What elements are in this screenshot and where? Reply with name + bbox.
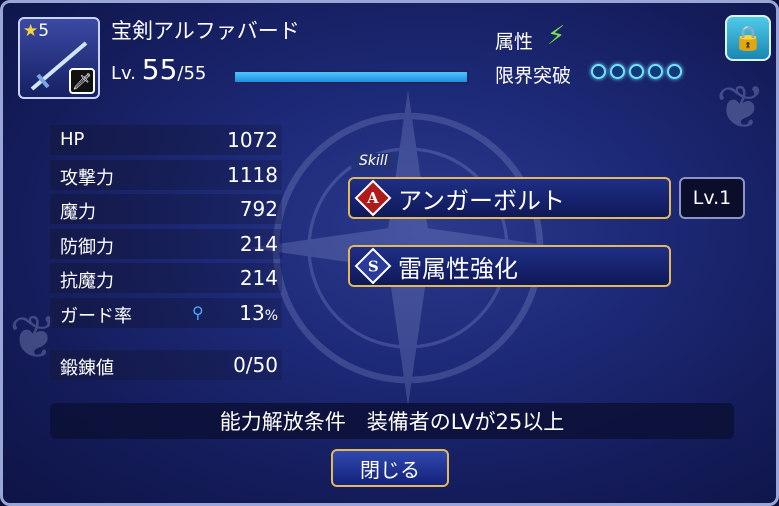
stat-name: 防御力 bbox=[60, 236, 114, 258]
skill-type-icon: S bbox=[354, 247, 392, 285]
forge-value: 0/50 bbox=[233, 353, 278, 377]
limit-break-label: 限界突破 bbox=[495, 65, 572, 87]
stat-value-number: 1072 bbox=[227, 128, 278, 152]
stat-value: 214 bbox=[240, 232, 278, 256]
skill-name: アンガーボルト bbox=[398, 186, 566, 215]
stats-list: HP 1072 攻撃力 1118 魔力 792 防御力 214 抗魔力 214 ガード率 ⚲ 13% bbox=[50, 125, 282, 333]
skill-name: 雷属性強化 bbox=[398, 254, 518, 283]
stat-value-number: 214 bbox=[239, 266, 278, 291]
xp-fill bbox=[235, 72, 467, 82]
skill-button[interactable]: S 雷属性強化 bbox=[348, 245, 671, 287]
stat-row: HP 1072 bbox=[50, 125, 282, 155]
attribute-label: 属性 bbox=[495, 31, 534, 53]
stat-value-number: 214 bbox=[239, 231, 278, 256]
lock-button[interactable]: 🔒 bbox=[725, 15, 771, 61]
weapon-type-sword-icon: 🗡 bbox=[69, 68, 95, 94]
stat-row: ガード率 ⚲ 13% bbox=[50, 297, 282, 328]
stat-name: 抗魔力 bbox=[60, 271, 114, 293]
stat-value: 1118 bbox=[227, 163, 278, 187]
stat-row: 抗魔力 214 bbox=[50, 263, 282, 294]
level-current: 55 bbox=[141, 53, 178, 86]
weapon-level: Lv. 55/55 bbox=[111, 53, 206, 86]
xp-bar bbox=[233, 70, 469, 84]
skill-type-icon: A bbox=[354, 179, 392, 217]
stat-value-number: 1118 bbox=[227, 162, 278, 187]
skill-tag: Skill bbox=[351, 153, 396, 169]
stat-row: 魔力 792 bbox=[50, 194, 282, 225]
skill-type-letter: A bbox=[367, 188, 379, 207]
limit-break-dot bbox=[591, 64, 606, 79]
limit-break-dots bbox=[591, 64, 682, 79]
skill-button[interactable]: A アンガーボルト bbox=[348, 177, 671, 219]
stat-value-number: 13 bbox=[239, 300, 265, 325]
stat-name: 攻撃力 bbox=[60, 167, 114, 189]
stat-value-number: 792 bbox=[239, 197, 278, 222]
lock-icon: 🔒 bbox=[733, 24, 763, 52]
level-max: /55 bbox=[177, 63, 207, 84]
stat-row: 防御力 214 bbox=[50, 228, 282, 259]
stat-value: 13% bbox=[239, 301, 278, 325]
stat-value: 214 bbox=[240, 266, 278, 290]
skill-level-badge: Lv.1 bbox=[679, 177, 745, 219]
ornament-icon: ❦ bbox=[715, 73, 766, 143]
forge-label: 鍛錬値 bbox=[60, 358, 114, 379]
stat-value: 792 bbox=[240, 197, 278, 221]
limit-break-dot bbox=[648, 64, 663, 79]
close-button[interactable]: 閉じる bbox=[331, 449, 449, 487]
limit-break-dot bbox=[667, 64, 682, 79]
stat-row: 攻撃力 1118 bbox=[50, 159, 282, 190]
weapon-detail-panel: ❦ ❦ ★5 🗡 宝剣アルファバード Lv. 55/55 属性 ⚡ 限界突破 🔒… bbox=[0, 0, 779, 506]
forge-row: 鍛錬値 0/50 bbox=[50, 350, 282, 380]
guard-icon: ⚲ bbox=[192, 302, 204, 322]
stat-value: 1072 bbox=[227, 128, 278, 152]
limit-break-dot bbox=[629, 64, 644, 79]
limit-break-dot bbox=[610, 64, 625, 79]
level-prefix: Lv. bbox=[111, 63, 137, 84]
weapon-name: 宝剣アルファバード bbox=[111, 19, 300, 43]
stat-unit: % bbox=[264, 307, 278, 324]
stat-name: HP bbox=[60, 129, 85, 150]
weapon-thumbnail: ★5 🗡 bbox=[18, 17, 100, 99]
stat-name: ガード率 bbox=[60, 305, 132, 327]
stat-name: 魔力 bbox=[60, 202, 96, 224]
lightning-icon: ⚡ bbox=[547, 21, 566, 51]
skill-type-letter: S bbox=[367, 257, 379, 275]
unlock-condition: 能力解放条件 装備者のLVが25以上 bbox=[50, 403, 734, 439]
